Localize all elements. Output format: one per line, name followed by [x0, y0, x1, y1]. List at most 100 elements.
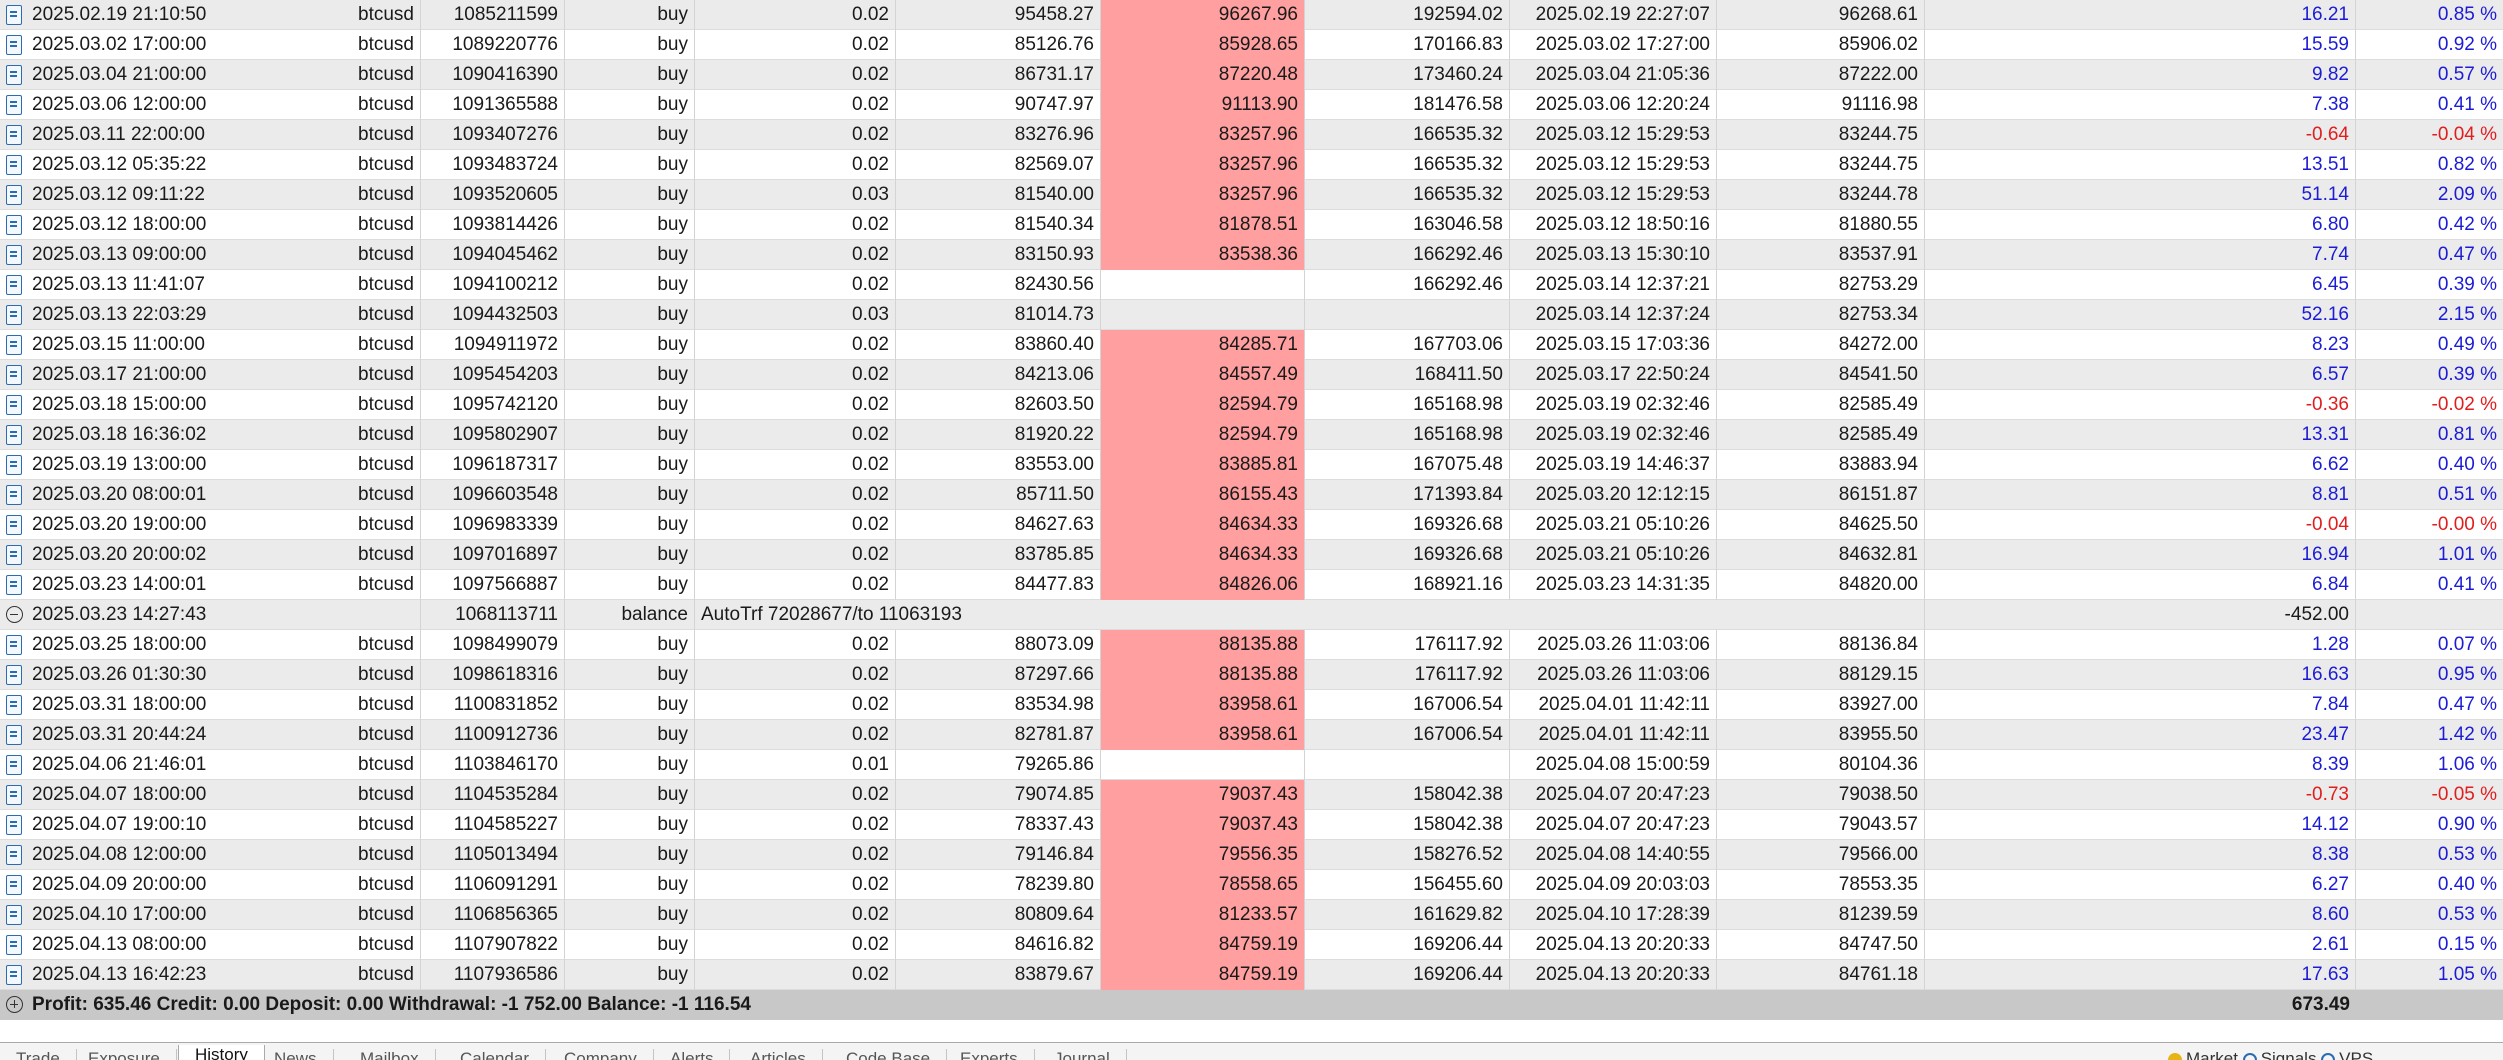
close-time: 2025.04.13 20:20:33: [1510, 960, 1717, 990]
stop-loss: 96267.96: [1101, 0, 1305, 30]
vps-link[interactable]: VPS: [2339, 1049, 2373, 1060]
volume: 0.02: [695, 240, 896, 270]
table-row[interactable]: 2025.03.25 18:00:00 btcusd 1098499079 buy 0.…: [0, 630, 2503, 660]
table-row[interactable]: 2025.03.13 22:03:29 btcusd 1094432503 buy 0.…: [0, 300, 2503, 330]
table-row[interactable]: 2025.03.31 20:44:24 btcusd 1100912736 buy 0.…: [0, 720, 2503, 750]
close-time: 2025.03.13 15:30:10: [1510, 240, 1717, 270]
close-price: 85906.02: [1717, 30, 1925, 60]
ticket: 1096983339: [421, 510, 565, 540]
tab-news[interactable]: News: [258, 1049, 334, 1060]
table-row[interactable]: 2025.03.17 21:00:00 btcusd 1095454203 buy 0.…: [0, 360, 2503, 390]
take-profit: 167006.54: [1305, 690, 1510, 720]
table-row[interactable]: 2025.03.23 14:00:01 btcusd 1097566887 buy 0.…: [0, 570, 2503, 600]
table-row[interactable]: 2025.03.12 05:35:22 btcusd 1093483724 buy 0.…: [0, 150, 2503, 180]
table-row[interactable]: 2025.03.31 18:00:00 btcusd 1100831852 buy 0.…: [0, 690, 2503, 720]
signals-link[interactable]: Signals: [2261, 1049, 2321, 1060]
take-profit: 168411.50: [1305, 360, 1510, 390]
ticket: 1104585227: [421, 810, 565, 840]
type: buy: [565, 630, 695, 660]
symbol: btcusd: [280, 750, 421, 780]
table-row[interactable]: 2025.04.07 18:00:00 btcusd 1104535284 buy 0.…: [0, 780, 2503, 810]
ticket: 1093407276: [421, 120, 565, 150]
table-row[interactable]: 2025.04.07 19:00:10 btcusd 1104585227 buy 0.…: [0, 810, 2503, 840]
take-profit: [1305, 750, 1510, 780]
close-time: 2025.03.06 12:20:24: [1510, 90, 1717, 120]
table-row[interactable]: 2025.04.13 16:42:23 btcusd 1107936586 buy 0.…: [0, 960, 2503, 990]
profit-percent: 1.42 %: [2437, 724, 2497, 745]
table-row[interactable]: 2025.03.04 21:00:00 btcusd 1090416390 buy 0.…: [0, 60, 2503, 90]
tab-trade[interactable]: Trade: [0, 1049, 77, 1060]
tab-code-base[interactable]: Code Base: [830, 1049, 948, 1060]
symbol: btcusd: [280, 630, 421, 660]
close-price: 79566.00: [1717, 840, 1925, 870]
table-row[interactable]: 2025.03.12 18:00:00 btcusd 1093814426 buy 0.…: [0, 210, 2503, 240]
market-link[interactable]: Market: [2186, 1049, 2243, 1060]
open-price: 82569.07: [896, 150, 1101, 180]
table-row[interactable]: 2025.03.20 20:00:02 btcusd 1097016897 buy 0.…: [0, 540, 2503, 570]
tab-journal[interactable]: Journal: [1038, 1049, 1127, 1060]
tab-history[interactable]: History: [178, 1045, 265, 1060]
ticket: 1106856365: [421, 900, 565, 930]
tab-experts[interactable]: Experts: [944, 1049, 1035, 1060]
tab-mailbox[interactable]: Mailbox: [344, 1049, 436, 1060]
table-row[interactable]: 2025.03.19 13:00:00 btcusd 1096187317 buy 0.…: [0, 450, 2503, 480]
table-row[interactable]: 2025.03.26 01:30:30 btcusd 1098618316 buy 0.…: [0, 660, 2503, 690]
tab-articles[interactable]: Articles: [734, 1049, 823, 1060]
tab-alerts[interactable]: Alerts: [654, 1049, 731, 1060]
table-row[interactable]: 2025.03.23 14:27:43 1068113711 balance Auto…: [0, 600, 2503, 630]
table-row[interactable]: 2025.03.11 22:00:00 btcusd 1093407276 buy 0.…: [0, 120, 2503, 150]
table-row[interactable]: 2025.03.18 15:00:00 btcusd 1095742120 buy 0.…: [0, 390, 2503, 420]
table-row[interactable]: 2025.04.06 21:46:01 btcusd 1103846170 buy 0.…: [0, 750, 2503, 780]
type: buy: [565, 30, 695, 60]
close-time: 2025.03.23 14:31:35: [1510, 570, 1717, 600]
stop-loss: 83958.61: [1101, 690, 1305, 720]
symbol: btcusd: [280, 270, 421, 300]
type: buy: [565, 960, 695, 990]
table-row[interactable]: 2025.03.20 08:00:01 btcusd 1096603548 buy 0.…: [0, 480, 2503, 510]
volume: 0.02: [695, 150, 896, 180]
table-row[interactable]: 2025.04.10 17:00:00 btcusd 1106856365 buy 0.…: [0, 900, 2503, 930]
table-row[interactable]: 2025.03.15 11:00:00 btcusd 1094911972 buy 0.…: [0, 330, 2503, 360]
table-row[interactable]: 2025.03.13 09:00:00 btcusd 1094045462 buy 0.…: [0, 240, 2503, 270]
ticket: 1094432503: [421, 300, 565, 330]
close-price: 86151.87: [1717, 480, 1925, 510]
take-profit: 169206.44: [1305, 930, 1510, 960]
symbol: btcusd: [280, 300, 421, 330]
table-row[interactable]: 2025.03.20 19:00:00 btcusd 1096983339 buy 0.…: [0, 510, 2503, 540]
table-row[interactable]: 2025.03.02 17:00:00 btcusd 1089220776 buy 0.…: [0, 30, 2503, 60]
close-time: 2025.03.02 17:27:00: [1510, 30, 1717, 60]
profit: 8.60: [1925, 900, 2356, 930]
table-row[interactable]: 2025.03.12 09:11:22 btcusd 1093520605 buy 0.…: [0, 180, 2503, 210]
profit: 8.39: [1925, 750, 2356, 780]
close-time: 2025.04.10 17:28:39: [1510, 900, 1717, 930]
profit-percent: 0.90 %: [2437, 814, 2497, 835]
close-price: 79038.50: [1717, 780, 1925, 810]
profit-percent: 1.05 %: [2437, 964, 2497, 985]
table-row[interactable]: 2025.03.18 16:36:02 btcusd 1095802907 buy 0.…: [0, 420, 2503, 450]
table-row[interactable]: 2025.04.09 20:00:00 btcusd 1106091291 buy 0.…: [0, 870, 2503, 900]
open-price: 81014.73: [896, 300, 1101, 330]
table-row[interactable]: 2025.04.08 12:00:00 btcusd 1105013494 buy 0.…: [0, 840, 2503, 870]
expand-icon[interactable]: [6, 996, 23, 1013]
stop-loss: 84759.19: [1101, 930, 1305, 960]
table-row[interactable]: 2025.03.06 12:00:00 btcusd 1091365588 buy 0.…: [0, 90, 2503, 120]
table-row[interactable]: 2025.04.13 08:00:00 btcusd 1107907822 buy 0.…: [0, 930, 2503, 960]
volume: 0.03: [695, 300, 896, 330]
ticket: 1091365588: [421, 90, 565, 120]
take-profit: 169206.44: [1305, 960, 1510, 990]
stop-loss: 82594.79: [1101, 390, 1305, 420]
type: buy: [565, 420, 695, 450]
tab-exposure[interactable]: Exposure: [72, 1049, 177, 1060]
profit: -0.04: [1925, 510, 2356, 540]
open-price: 83534.98: [896, 690, 1101, 720]
take-profit: 163046.58: [1305, 210, 1510, 240]
tab-calendar[interactable]: Calendar: [444, 1049, 546, 1060]
open-price: 83785.85: [896, 540, 1101, 570]
table-row[interactable]: 2025.03.13 11:41:07 btcusd 1094100212 buy 0.…: [0, 270, 2503, 300]
profit-percent: 0.53 %: [2437, 904, 2497, 925]
close-time: 2025.03.14 12:37:24: [1510, 300, 1717, 330]
take-profit: 167006.54: [1305, 720, 1510, 750]
table-row[interactable]: 2025.02.19 21:10:50 btcusd 1085211599 buy 0.…: [0, 0, 2503, 30]
tab-company[interactable]: Company: [548, 1049, 654, 1060]
open-price: 86731.17: [896, 60, 1101, 90]
